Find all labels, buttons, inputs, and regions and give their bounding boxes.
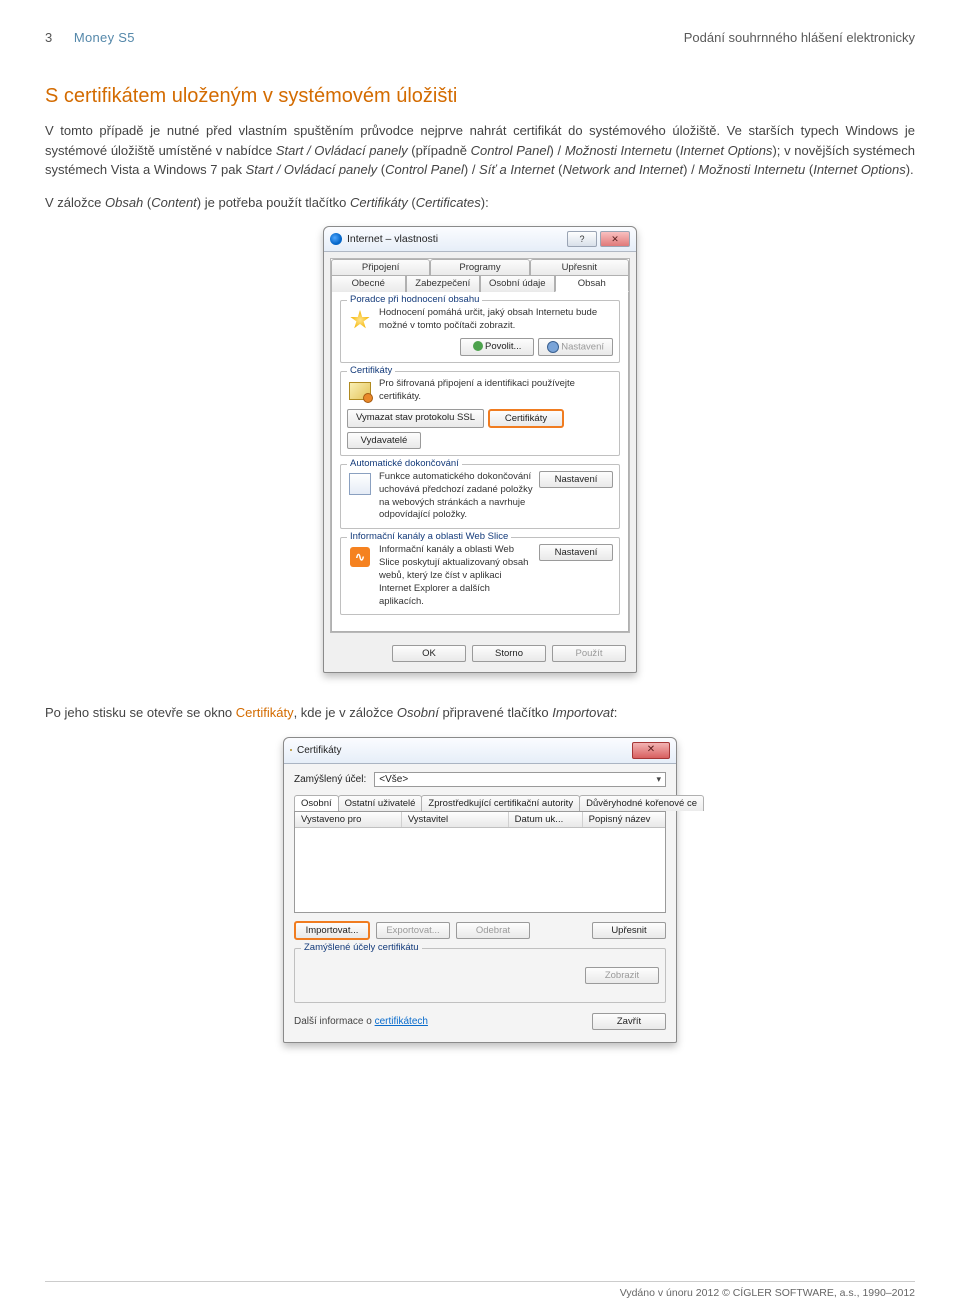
advanced-button[interactable]: Upřesnit bbox=[592, 922, 666, 939]
purposes-legend: Zamýšlené účely certifikátu bbox=[301, 942, 422, 953]
certificate-icon bbox=[349, 382, 371, 400]
group-feeds: Informační kanály a oblasti Web Slice ∿ … bbox=[340, 537, 620, 615]
tab-programs[interactable]: Programy bbox=[430, 259, 529, 275]
group-certificates: Certifikáty Pro šifrovaná připojení a id… bbox=[340, 371, 620, 456]
certificate-icon bbox=[290, 749, 292, 751]
globe-icon bbox=[330, 233, 342, 245]
instruction-paragraph-1: V tomto případě je nutné před vlastním s… bbox=[45, 121, 915, 180]
group-autocomplete: Automatické dokončování Funkce automatic… bbox=[340, 464, 620, 529]
feeds-desc: Informační kanály a oblasti Web Slice po… bbox=[379, 544, 533, 608]
group-autocomplete-legend: Automatické dokončování bbox=[347, 458, 462, 469]
titlebar: Internet – vlastnosti ? ✕ bbox=[324, 227, 636, 252]
tab-content[interactable]: Obsah bbox=[555, 275, 630, 292]
list-headers: Vystaveno pro Vystavitel Datum uk... Pop… bbox=[295, 812, 665, 828]
internet-properties-dialog: Internet – vlastnosti ? ✕ Připojení Prog… bbox=[323, 226, 637, 673]
purpose-combobox[interactable]: <Vše> ▾ bbox=[374, 772, 666, 787]
close-button[interactable]: ✕ bbox=[600, 231, 630, 247]
more-info-text: Další informace o certifikátech bbox=[294, 1016, 428, 1027]
gear-icon bbox=[547, 341, 559, 353]
close-dialog-button[interactable]: Zavřít bbox=[592, 1013, 666, 1030]
group-certificates-legend: Certifikáty bbox=[347, 365, 395, 376]
brand-name: Money S5 bbox=[74, 30, 135, 45]
certificates-help-link[interactable]: certifikátech bbox=[375, 1016, 428, 1027]
star-icon bbox=[350, 310, 370, 330]
tab-trusted-root[interactable]: Důvěryhodné kořenové ce bbox=[579, 795, 704, 811]
publishers-button[interactable]: Vydavatelé bbox=[347, 432, 421, 449]
purpose-value: <Vše> bbox=[379, 774, 408, 785]
page-footer: Vydáno v únoru 2012 © CÍGLER SOFTWARE, a… bbox=[45, 1281, 915, 1299]
remove-button[interactable]: Odebrat bbox=[456, 922, 530, 939]
help-button[interactable]: ? bbox=[567, 231, 597, 247]
group-content-advisor: Poradce při hodnocení obsahu Hodnocení p… bbox=[340, 300, 620, 363]
clear-ssl-button[interactable]: Vymazat stav protokolu SSL bbox=[347, 409, 484, 428]
import-button[interactable]: Importovat... bbox=[294, 921, 370, 940]
group-cert-purposes: Zamýšlené účely certifikátu Zobrazit bbox=[294, 948, 666, 1003]
autocomplete-settings-button[interactable]: Nastavení bbox=[539, 471, 613, 488]
section-heading: S certifikátem uloženým v systémovém úlo… bbox=[45, 85, 915, 108]
tab-advanced[interactable]: Upřesnit bbox=[530, 259, 629, 275]
apply-button[interactable]: Použít bbox=[552, 645, 626, 662]
rss-icon: ∿ bbox=[350, 547, 370, 567]
enable-button[interactable]: Povolit... bbox=[460, 338, 534, 356]
settings-button[interactable]: Nastavení bbox=[538, 338, 613, 356]
tab-other-people[interactable]: Ostatní uživatelé bbox=[338, 795, 423, 811]
tab-privacy[interactable]: Osobní údaje bbox=[480, 275, 555, 292]
close-button[interactable]: ✕ bbox=[632, 742, 670, 759]
chevron-down-icon: ▾ bbox=[656, 774, 661, 785]
shield-icon bbox=[473, 341, 483, 351]
instruction-paragraph-2: V záložce Obsah (Content) je potřeba pou… bbox=[45, 193, 915, 213]
view-button[interactable]: Zobrazit bbox=[585, 967, 659, 984]
feeds-settings-button[interactable]: Nastavení bbox=[539, 544, 613, 561]
page-header: 3 Money S5 Podání souhrnného hlášení ele… bbox=[45, 30, 915, 45]
instruction-paragraph-3: Po jeho stisku se otevře se okno Certifi… bbox=[45, 703, 915, 723]
form-icon bbox=[349, 473, 371, 495]
col-issued-to: Vystaveno pro bbox=[295, 812, 402, 827]
page-number: 3 bbox=[45, 30, 52, 45]
purpose-label: Zamýšlený účel: bbox=[294, 774, 366, 785]
certificates-desc: Pro šifrovaná připojení a identifikaci p… bbox=[379, 378, 613, 404]
dialog-title: Certifikáty bbox=[297, 745, 341, 756]
dialog-title: Internet – vlastnosti bbox=[347, 233, 562, 245]
certificates-dialog: Certifikáty ✕ Zamýšlený účel: <Vše> ▾ Os… bbox=[283, 737, 677, 1043]
group-feeds-legend: Informační kanály a oblasti Web Slice bbox=[347, 531, 511, 542]
tab-general[interactable]: Obecné bbox=[331, 275, 406, 292]
autocomplete-desc: Funkce automatického dokončování uchováv… bbox=[379, 471, 533, 522]
group-content-advisor-legend: Poradce při hodnocení obsahu bbox=[347, 294, 482, 305]
certificates-button[interactable]: Certifikáty bbox=[488, 409, 564, 428]
export-button[interactable]: Exportovat... bbox=[376, 922, 450, 939]
col-issued-by: Vystavitel bbox=[402, 812, 509, 827]
col-friendly-name: Popisný název bbox=[583, 812, 665, 827]
certificates-link: Certifikáty bbox=[236, 705, 294, 720]
ok-button[interactable]: OK bbox=[392, 645, 466, 662]
tab-security[interactable]: Zabezpečení bbox=[406, 275, 481, 292]
col-expiry: Datum uk... bbox=[509, 812, 583, 827]
doc-title: Podání souhrnného hlášení elektronicky bbox=[684, 30, 915, 45]
certificate-listbox[interactable]: Vystaveno pro Vystavitel Datum uk... Pop… bbox=[294, 811, 666, 913]
tab-personal[interactable]: Osobní bbox=[294, 795, 339, 811]
content-advisor-desc: Hodnocení pomáhá určit, jaký obsah Inter… bbox=[379, 307, 613, 333]
titlebar: Certifikáty ✕ bbox=[284, 738, 676, 764]
cancel-button[interactable]: Storno bbox=[472, 645, 546, 662]
tab-connections[interactable]: Připojení bbox=[331, 259, 430, 275]
tab-intermediate-ca[interactable]: Zprostředkující certifikační autority bbox=[421, 795, 580, 811]
